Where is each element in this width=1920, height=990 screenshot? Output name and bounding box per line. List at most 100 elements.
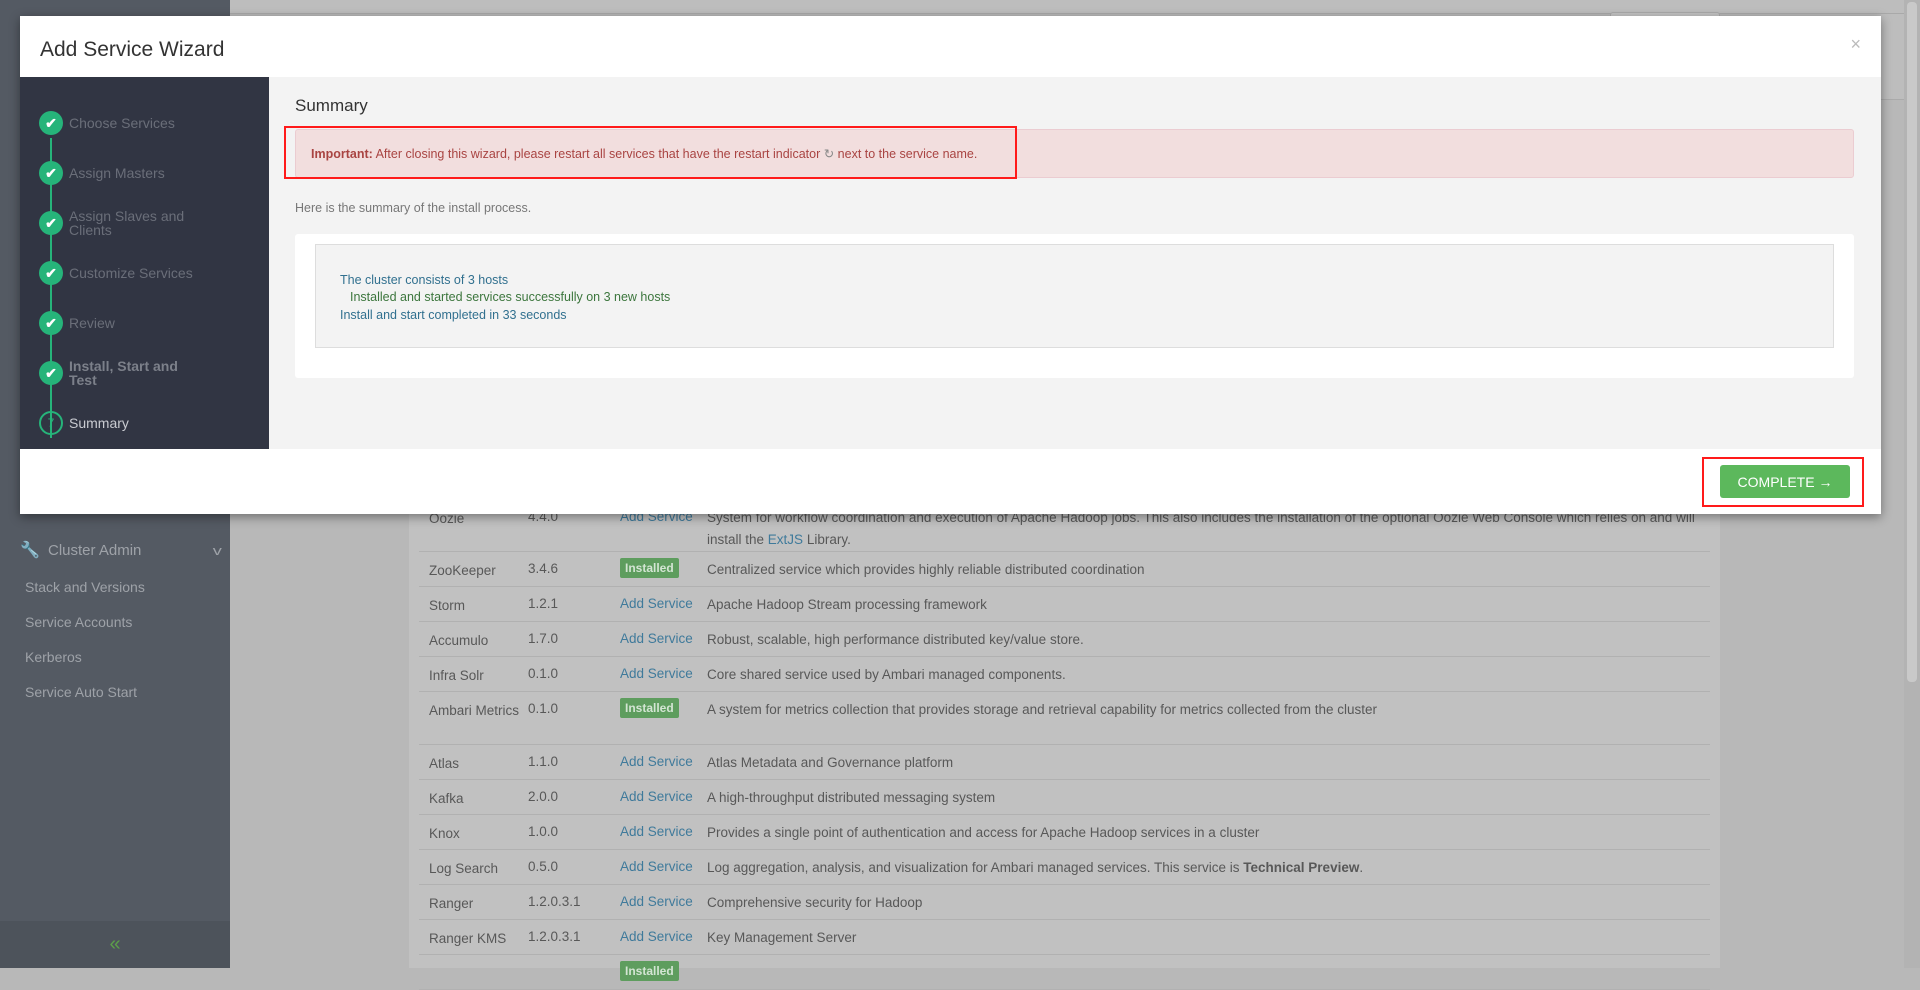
step-number-icon: 7 [39,411,63,435]
description-text: A system for metrics collection that pro… [707,702,1378,717]
service-name: Storm [429,598,466,613]
description-text: Robust, scalable, high performance distr… [707,632,1084,647]
service-description: Key Management Server [707,927,1697,949]
service-version: 1.2.1 [528,596,559,611]
wizard-step[interactable]: ✔ Assign Masters [39,161,209,185]
service-version: 1.2.0.3.1 [528,929,581,944]
table-row: Atlas 1.1.0 Add Service Atlas Metadata and … [419,745,1710,780]
sidebar-item-stack-versions[interactable]: Stack and Versions [25,579,145,595]
sidebar-item-cluster-admin[interactable]: 🔧 Cluster Admin v [20,538,222,562]
summary-line-hosts: The cluster consists of 3 hosts [340,273,509,287]
service-version: 0.1.0 [528,701,559,716]
description-text: Apache Hadoop Stream processing framewor… [707,597,987,612]
service-description: Comprehensive security for Hadoop [707,892,1697,914]
extjs-link[interactable]: ExtJS [768,532,803,547]
check-circle-icon: ✔ [39,211,63,235]
description-text: A high-throughput distributed messaging … [707,790,996,805]
add-service-link[interactable]: Add Service [620,824,693,839]
add-service-link[interactable]: Add Service [620,596,693,611]
table-row: Ranger 1.2.0.3.1 Add Service Comprehensive … [419,885,1710,920]
step-label: Install, Start and Test [69,358,178,388]
close-icon[interactable]: × [1850,34,1861,55]
check-circle-icon: ✔ [39,261,63,285]
modal-footer: COMPLETE → [20,449,1881,514]
add-service-link[interactable]: Add Service [620,859,693,874]
wizard-steps-sidebar: ✔ Choose Services ✔ Assign Masters ✔ Assign S… [20,77,269,449]
wrench-icon: 🔧 [20,542,40,559]
service-version: 3.4.6 [528,561,559,576]
wizard-step[interactable]: 7 Summary [39,411,209,435]
summary-line-installed: Installed and started services successfu… [350,290,671,304]
chevron-down-icon: v [212,542,222,558]
services-table: Oozie 4.4.0 Add Service System for workflow… [409,500,1720,990]
service-description: A system for metrics collection that pro… [707,699,1697,721]
step-label: Assign Slaves and Clients [69,208,185,238]
sidebar-item-service-accounts[interactable]: Service Accounts [25,614,132,630]
wizard-step[interactable]: ✔ Install, Start and Test [39,358,209,388]
service-name: Ranger KMS [429,931,507,946]
wizard-step[interactable]: ✔ Review [39,311,209,335]
table-row: Ranger KMS 1.2.0.3.1 Add Service Key Manage… [419,920,1710,955]
collapse-sidebar-button[interactable]: « [0,921,230,968]
add-service-link[interactable]: Add Service [620,894,693,909]
highlight-box-complete [1702,457,1864,507]
technical-preview-label: Technical Preview [1243,860,1360,875]
service-name: Knox [429,826,460,841]
step-label: Customize Services [69,265,193,281]
service-version: 1.7.0 [528,631,559,646]
table-row: Kafka 2.0.0 Add Service A high-throughput d… [419,780,1710,815]
check-circle-icon: ✔ [39,111,63,135]
description-text: Core shared service used by Ambari manag… [707,667,1066,682]
step-label: Choose Services [69,115,175,131]
wizard-step[interactable]: ✔ Assign Slaves and Clients [39,208,209,238]
description-text: Centralized service which provides highl… [707,562,1145,577]
installed-badge: Installed [620,698,679,718]
description-text: System for workflow coordination and exe… [707,510,1695,547]
service-description: A high-throughput distributed messaging … [707,787,1697,809]
service-name: Accumulo [429,633,489,648]
table-row: ZooKeeper 3.4.6 Installed Centralized servi… [419,552,1710,587]
table-row: Log Search 0.5.0 Add Service Log aggregatio… [419,850,1710,885]
description-text: Key Management Server [707,930,857,945]
highlight-box-alert [284,126,1017,179]
description-text: Comprehensive security for Hadoop [707,895,923,910]
service-name: Log Search [429,861,499,876]
wizard-step[interactable]: ✔ Customize Services [39,261,209,285]
summary-intro: Here is the summary of the install proce… [295,201,532,215]
add-service-link[interactable]: Add Service [620,666,693,681]
installed-badge: Installed [620,558,679,578]
check-circle-icon: ✔ [39,161,63,185]
page-scrollbar[interactable] [1904,0,1920,968]
sidebar-item-kerberos[interactable]: Kerberos [25,649,82,665]
page-header-edge [1881,14,1904,100]
service-version: 1.2.0.3.1 [528,894,581,909]
description-text: Atlas Metadata and Governance platform [707,755,954,770]
service-name: Infra Solr [429,668,484,683]
add-service-link[interactable]: Add Service [620,631,693,646]
service-description: Apache Hadoop Stream processing framewor… [707,594,1697,616]
check-circle-icon: ✔ [39,311,63,335]
add-service-link[interactable]: Add Service [620,929,693,944]
summary-box: The cluster consists of 3 hosts Installe… [315,244,1834,348]
wizard-step[interactable]: ✔ Choose Services [39,111,209,135]
add-service-link[interactable]: Add Service [620,754,693,769]
summary-panel: The cluster consists of 3 hosts Installe… [295,234,1854,378]
installed-badge: Installed [620,961,679,981]
service-version: 2.0.0 [528,789,559,804]
add-service-wizard-modal: Add Service Wizard × ✔ Choose Services ✔ As… [20,16,1881,514]
table-row: Knox 1.0.0 Add Service Provides a single po… [419,815,1710,850]
service-version: 0.1.0 [528,666,559,681]
service-name: Ranger [429,896,474,911]
sidebar-item-service-auto-start[interactable]: Service Auto Start [25,684,137,700]
check-circle-icon: ✔ [39,361,63,385]
table-row: Installed [419,955,1710,990]
table-row: Accumulo 1.7.0 Add Service Robust, scalable… [419,622,1710,657]
add-service-link[interactable]: Add Service [620,789,693,804]
table-row: Storm 1.2.1 Add Service Apache Hadoop Strea… [419,587,1710,622]
summary-line-duration: Install and start completed in 33 second… [340,308,567,322]
service-description: Centralized service which provides highl… [707,559,1697,581]
cluster-admin-label: Cluster Admin [48,541,142,559]
service-version: 0.5.0 [528,859,559,874]
scrollbar-thumb[interactable] [1907,2,1917,682]
wizard-content: Summary Important: After closing this wi… [269,77,1881,449]
